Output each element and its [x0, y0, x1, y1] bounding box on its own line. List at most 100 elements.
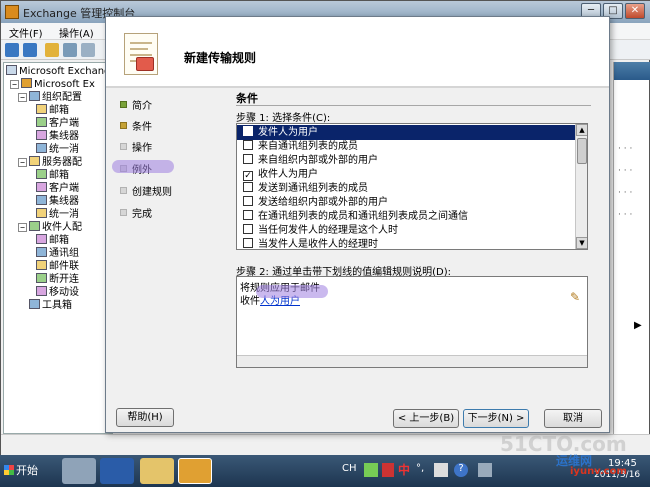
tree-node[interactable]: 邮箱	[36, 169, 69, 183]
condition-checkbox[interactable]	[243, 224, 253, 234]
pencil-edit-icon[interactable]: ✎	[570, 290, 580, 304]
ime-icon[interactable]	[382, 463, 394, 477]
actions-pane: · · · · · · · · · · · · ▶	[613, 62, 650, 434]
language-indicator[interactable]: CH	[342, 463, 357, 474]
back-button[interactable]: < 上一步(B)	[393, 409, 459, 428]
condition-checkbox[interactable]	[243, 182, 253, 192]
tree-node[interactable]: 邮箱	[36, 104, 69, 118]
tree-node[interactable]: − 组织配置	[18, 91, 82, 105]
condition-item[interactable]: 发送给组织内部或外部的用户	[237, 195, 575, 210]
keyboard-icon[interactable]	[364, 463, 378, 477]
conditions-scrollbar[interactable]: ▲ ▼	[575, 124, 587, 249]
cancel-button[interactable]: 取消	[544, 409, 602, 428]
tree-node-label: 集线器	[49, 196, 79, 207]
exchange-console-task-icon[interactable]	[178, 458, 212, 484]
collapse-icon[interactable]: −	[10, 80, 19, 89]
powershell-icon[interactable]	[100, 458, 134, 484]
tree-node[interactable]: 集线器	[36, 195, 79, 209]
condition-item[interactable]: ✓ 收件人为用户	[237, 167, 575, 182]
next-button[interactable]: 下一步(N) >	[463, 409, 529, 428]
tree-node[interactable]: 工具箱	[29, 299, 72, 313]
collapse-icon[interactable]: −	[18, 158, 27, 167]
collapse-icon[interactable]: −	[18, 93, 27, 102]
tree-node[interactable]: 统一消	[36, 208, 79, 222]
tree-node-label: 断开连	[49, 274, 79, 285]
condition-label: 来自通讯组列表的成员	[258, 141, 358, 152]
punctuation-mode[interactable]: °,	[416, 463, 424, 474]
properties-icon[interactable]	[81, 43, 95, 57]
condition-checkbox[interactable]	[243, 140, 253, 150]
ime-chinese-label[interactable]: 中	[398, 461, 410, 478]
tree-node[interactable]: 通讯组	[36, 247, 79, 261]
tree-node[interactable]: 邮箱	[36, 234, 69, 248]
condition-checkbox[interactable]	[243, 238, 253, 248]
tree-node[interactable]: 断开连	[36, 273, 79, 287]
condition-item[interactable]: 来自通讯组列表的成员	[237, 139, 575, 154]
wizard-step-label: 创建规则	[132, 187, 172, 198]
condition-item[interactable]: 当发件人是收件人的经理时	[237, 237, 575, 250]
tree-node-icon	[36, 234, 47, 244]
condition-checkbox[interactable]	[243, 196, 253, 206]
tree-node[interactable]: − 收件人配	[18, 221, 82, 235]
marker-highlight-description	[256, 285, 328, 298]
condition-checkbox[interactable]	[243, 126, 253, 136]
condition-item[interactable]: 当任何发件人的经理是这个人时	[237, 223, 575, 238]
collapse-icon[interactable]: −	[18, 223, 27, 232]
scroll-thumb[interactable]	[577, 138, 587, 164]
conditions-list[interactable]: 发件人为用户来自通讯组列表的成员 来自组织内部或外部的用户 ✓ 收件人为用户 发送到通讯…	[236, 123, 588, 250]
scroll-down-icon[interactable]: ▼	[576, 237, 587, 249]
condition-checkbox[interactable]: ✓	[243, 171, 253, 181]
condition-label: 发送给组织内部或外部的用户	[258, 197, 388, 208]
tree-node-icon	[36, 104, 47, 114]
tree-node[interactable]: 统一消	[36, 143, 79, 157]
tree-node-label: 统一消	[49, 144, 79, 155]
tree-node[interactable]: 客户端	[36, 182, 79, 196]
step-status-icon	[120, 143, 127, 150]
condition-item[interactable]: 发件人为用户	[237, 125, 575, 140]
up-folder-icon[interactable]	[45, 43, 59, 57]
tree-node-icon	[36, 143, 47, 153]
start-label: 开始	[16, 464, 38, 477]
network-icon[interactable]	[478, 463, 492, 477]
show-hide-tree-icon[interactable]	[63, 43, 77, 57]
console-root-icon	[6, 65, 17, 75]
tree-node-icon	[29, 91, 40, 101]
condition-label: 发件人为用户	[258, 127, 318, 138]
tree-root[interactable]: Microsoft Exchange	[6, 65, 112, 79]
description-hscrollbar[interactable]	[237, 355, 587, 367]
tree-node-icon	[29, 221, 40, 231]
soft-keyboard-icon[interactable]	[434, 463, 448, 477]
explorer-folder-icon[interactable]	[140, 458, 174, 484]
server-manager-icon[interactable]	[62, 458, 96, 484]
step-status-icon	[120, 101, 127, 108]
section-title: 条件	[236, 92, 258, 105]
tree-exchange-node[interactable]: − Microsoft Ex	[10, 78, 95, 92]
tree-node[interactable]: 邮件联	[36, 260, 79, 274]
scroll-up-icon[interactable]: ▲	[576, 124, 587, 136]
forward-arrow-icon[interactable]	[23, 43, 37, 57]
tree-node[interactable]: − 服务器配	[18, 156, 82, 170]
chevron-right-icon[interactable]: ▶	[634, 320, 642, 331]
help-button[interactable]: 帮助(H)	[116, 408, 174, 427]
condition-checkbox[interactable]	[243, 210, 253, 220]
wizard-step: 条件	[120, 118, 152, 133]
tree-node-icon	[36, 286, 47, 296]
condition-item[interactable]: 在通讯组列表的成员和通讯组列表成员之间通信	[237, 209, 575, 224]
tree-node[interactable]: 移动设	[36, 286, 79, 300]
condition-checkbox[interactable]	[243, 154, 253, 164]
start-button[interactable]: 开始	[2, 459, 42, 483]
help-icon[interactable]: ?	[454, 463, 468, 477]
back-arrow-icon[interactable]	[5, 43, 19, 57]
close-button[interactable]: ✕	[625, 3, 645, 19]
condition-item[interactable]: 来自组织内部或外部的用户	[237, 153, 575, 168]
tree-node[interactable]: 集线器	[36, 130, 79, 144]
step-status-icon	[120, 122, 127, 129]
wizard-header: 新建传输规则	[106, 17, 609, 87]
condition-label: 当发件人是收件人的经理时	[258, 239, 378, 250]
menu-action[interactable]: 操作(A)	[59, 25, 94, 40]
wizard-step: 简介	[120, 97, 152, 112]
condition-item[interactable]: 发送到通讯组列表的成员	[237, 181, 575, 196]
menu-file[interactable]: 文件(F)	[9, 25, 43, 40]
tree-node-label: 客户端	[49, 118, 79, 129]
tree-node[interactable]: 客户端	[36, 117, 79, 131]
